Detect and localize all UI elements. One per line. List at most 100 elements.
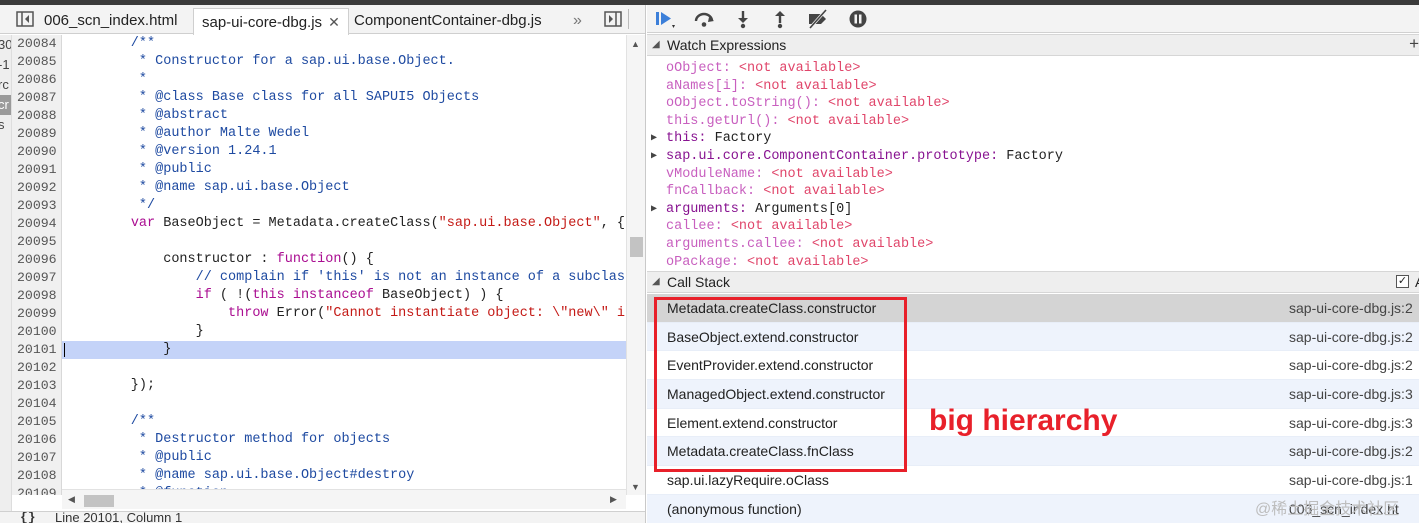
line-number[interactable]: 20088 — [12, 107, 61, 125]
watch-item[interactable]: ▶ sap.ui.core.ComponentContainer.prototyp… — [647, 148, 1419, 166]
watch-value: <not available> — [811, 236, 934, 252]
toggle-navigator-icon[interactable] — [16, 11, 34, 27]
call-frame-location[interactable]: sap-ui-core-dbg.js:2 — [1289, 294, 1413, 323]
watch-expression: arguments: Arguments[0] — [666, 201, 852, 219]
navigator-item[interactable]: -1 — [0, 55, 11, 75]
navigator-item[interactable]: s — [0, 115, 11, 135]
line-number[interactable]: 20095 — [12, 233, 61, 251]
deactivate-breakpoints-icon[interactable] — [807, 9, 829, 29]
code-token: * @author Malte Wedel — [66, 126, 310, 141]
scroll-down-arrow-icon[interactable]: ▼ — [631, 482, 640, 492]
code-token: Error( — [268, 306, 326, 321]
watch-item[interactable]: ▶ arguments: Arguments[0] — [647, 201, 1419, 219]
line-number[interactable]: 20107 — [12, 449, 61, 467]
watch-item[interactable]: aNames[i]: <not available> — [647, 78, 1419, 96]
watch-item[interactable]: fnCallback: <not available> — [647, 183, 1419, 201]
more-tabs-icon[interactable]: » — [573, 8, 582, 34]
expanded-triangle-icon: ◢ — [652, 39, 660, 50]
line-number[interactable]: 20101 — [12, 341, 61, 359]
watch-item[interactable]: ▶ this: Factory — [647, 130, 1419, 148]
line-number[interactable]: 20103 — [12, 377, 61, 395]
text-caret — [64, 343, 65, 357]
watch-expressions-header[interactable]: ◢ Watch Expressions + — [647, 34, 1419, 56]
expand-triangle-icon[interactable]: ▶ — [651, 201, 657, 219]
code-token: , { — [600, 216, 626, 231]
tab-componentcontainer-dbg[interactable]: ComponentContainer-dbg.js — [346, 8, 550, 34]
vertical-scroll-thumb[interactable] — [630, 237, 643, 257]
close-tab-icon[interactable]: ✕ — [328, 14, 340, 30]
annotation-highlight-box — [654, 297, 907, 472]
line-number[interactable]: 20109 — [12, 485, 61, 495]
call-frame-location[interactable]: sap-ui-core-dbg.js:3 — [1289, 409, 1413, 438]
add-watch-icon[interactable]: + — [1409, 34, 1419, 54]
call-frame-location[interactable]: sap-ui-core-dbg.js:3 — [1289, 380, 1413, 409]
line-number[interactable]: 20086 — [12, 71, 61, 89]
expand-triangle-icon[interactable]: ▶ — [651, 148, 657, 166]
watch-item[interactable]: vModuleName: <not available> — [647, 166, 1419, 184]
editor-horizontal-scrollbar[interactable]: ◀ ▶ — [62, 489, 626, 509]
resume-icon[interactable] — [654, 9, 676, 29]
watch-item[interactable]: this.getUrl(): <not available> — [647, 113, 1419, 131]
line-number[interactable]: 20093 — [12, 197, 61, 215]
tab-sap-ui-core-dbg[interactable]: sap-ui-core-dbg.js ✕ — [193, 8, 349, 35]
editor-vertical-scrollbar[interactable]: ▲ ▼ — [626, 35, 645, 495]
scroll-left-arrow-icon[interactable]: ◀ — [68, 494, 75, 505]
watch-value: <not available> — [747, 254, 869, 270]
watch-item[interactable]: oPackage: <not available> — [647, 254, 1419, 270]
code-token: * Destructor method for objects — [66, 432, 391, 447]
watch-item[interactable]: oObject: <not available> — [647, 60, 1419, 78]
pretty-print-icon[interactable]: {} — [20, 512, 36, 523]
code-line: * @abstract — [62, 107, 626, 125]
call-stack-header[interactable]: ◢ Call Stack ✓ A — [647, 271, 1419, 293]
code-token: * @name sap.ui.base.Object#destroy — [66, 468, 415, 483]
line-number[interactable]: 20091 — [12, 161, 61, 179]
watch-name: oObject.toString() — [666, 96, 812, 112]
step-over-icon[interactable] — [693, 9, 715, 29]
watch-separator: : — [714, 219, 731, 235]
call-frame-location[interactable]: sap-ui-core-dbg.js:2 — [1289, 351, 1413, 380]
line-number[interactable]: 20104 — [12, 395, 61, 413]
step-into-icon[interactable] — [732, 9, 754, 29]
line-number[interactable]: 20096 — [12, 251, 61, 269]
call-frame-location[interactable]: sap-ui-core-dbg.js:2 — [1289, 437, 1413, 466]
watch-item[interactable]: callee: <not available> — [647, 218, 1419, 236]
navigator-item[interactable]: rc — [0, 75, 11, 95]
watch-separator: : — [698, 131, 715, 147]
code-line: } — [62, 323, 626, 341]
navigator-item[interactable]: cr — [0, 95, 11, 115]
line-number[interactable]: 20102 — [12, 359, 61, 377]
toggle-debugger-icon[interactable] — [604, 11, 622, 27]
tab-006-scn-index[interactable]: 006_scn_index.html — [36, 8, 185, 34]
line-number[interactable]: 20097 — [12, 269, 61, 287]
watch-value: <not available> — [738, 61, 861, 76]
line-number[interactable]: 20085 — [12, 53, 61, 71]
line-number[interactable]: 20098 — [12, 287, 61, 305]
line-number[interactable]: 20089 — [12, 125, 61, 143]
call-frame-location[interactable]: sap-ui-core-dbg.js:2 — [1289, 323, 1413, 352]
line-number[interactable]: 20105 — [12, 413, 61, 431]
line-number[interactable]: 20100 — [12, 323, 61, 341]
pause-on-exceptions-icon[interactable] — [847, 9, 869, 29]
line-number[interactable]: 20087 — [12, 89, 61, 107]
watch-item[interactable]: oObject.toString(): <not available> — [647, 95, 1419, 113]
line-number[interactable]: 20108 — [12, 467, 61, 485]
scroll-right-arrow-icon[interactable]: ▶ — [610, 494, 617, 505]
watch-name: callee — [666, 219, 715, 235]
line-number[interactable]: 20094 — [12, 215, 61, 233]
watch-item[interactable]: arguments.callee: <not available> — [647, 236, 1419, 254]
scroll-up-arrow-icon[interactable]: ▲ — [631, 39, 640, 49]
code-area[interactable]: /** * Constructor for a sap.ui.base.Obje… — [62, 35, 626, 495]
horizontal-scroll-thumb[interactable] — [84, 495, 114, 507]
async-checkbox[interactable]: ✓ — [1396, 275, 1409, 288]
code-token: * Constructor for a sap.ui.base.Object. — [66, 54, 455, 69]
step-out-icon[interactable] — [769, 9, 791, 29]
watch-value: <not available> — [755, 78, 877, 94]
line-number[interactable]: 20099 — [12, 305, 61, 323]
navigator-item[interactable]: 30 — [0, 35, 11, 55]
expand-triangle-icon[interactable]: ▶ — [651, 130, 657, 148]
line-number[interactable]: 20084 — [12, 35, 61, 53]
line-number[interactable]: 20090 — [12, 143, 61, 161]
call-frame-location[interactable]: sap-ui-core-dbg.js:1 — [1289, 466, 1413, 495]
line-number[interactable]: 20092 — [12, 179, 61, 197]
line-number[interactable]: 20106 — [12, 431, 61, 449]
